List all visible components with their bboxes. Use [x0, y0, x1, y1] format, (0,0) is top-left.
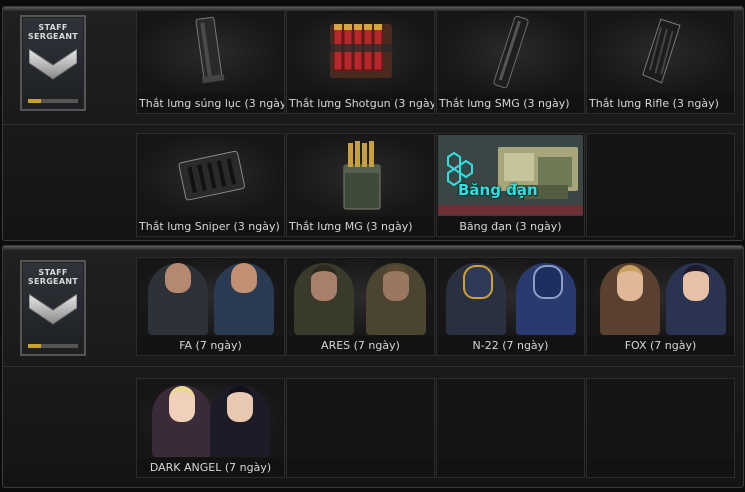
rifle-magazine-icon [588, 12, 733, 93]
item-slot-pistol-belt[interactable]: Thắt lưng súng lục (3 ngày) [136, 10, 285, 114]
pistol-magazine-icon [138, 12, 283, 93]
item-slot-smg-belt[interactable]: Thắt lưng SMG (3 ngày) [436, 10, 585, 114]
item-label: DARK ANGEL (7 ngày) [137, 458, 284, 477]
xp-bar [27, 98, 79, 104]
item-slot-fa[interactable]: FA (7 ngày) [136, 257, 285, 356]
item-slot-shotgun-belt[interactable]: Thắt lưng Shotgun (3 ngày) [286, 10, 435, 114]
fa-characters-icon [138, 259, 283, 335]
item-slot-fox[interactable]: FOX (7 ngày) [586, 257, 735, 356]
rank-badge: STAFF SERGEANT [20, 15, 86, 111]
item-slot-empty[interactable] [436, 378, 585, 478]
item-label: FA (7 ngày) [137, 336, 284, 355]
chevron-rank-icon [29, 293, 77, 325]
item-slot-mg-belt[interactable]: Thắt lưng MG (3 ngày) [286, 133, 435, 237]
fox-characters-icon [588, 259, 733, 335]
row-divider [3, 366, 743, 367]
item-label: Thắt lưng súng lục (3 ngày) [137, 94, 284, 113]
item-label: Thắt lưng Shotgun (3 ngày) [287, 94, 434, 113]
item-slot-dark-angel[interactable]: DARK ANGEL (7 ngày) [136, 378, 285, 478]
item-slot-empty[interactable] [586, 378, 735, 478]
xp-bar [27, 343, 79, 349]
shotgun-shells-icon [288, 12, 433, 93]
item-label: Thắt lưng SMG (3 ngày) [437, 94, 584, 113]
item-label: FOX (7 ngày) [587, 336, 734, 355]
rank-line1: STAFF [38, 23, 68, 32]
smg-magazine-icon [438, 12, 583, 93]
mg-ammo-box-icon [288, 135, 433, 216]
row-divider [3, 124, 743, 125]
n22-characters-icon [438, 259, 583, 335]
panel-topbar [3, 246, 743, 250]
sniper-magazine-icon [138, 135, 283, 216]
item-label: N-22 (7 ngày) [437, 336, 584, 355]
ammo-pack-overlay-text: Băng đạn [458, 181, 538, 199]
item-slot-n22[interactable]: N-22 (7 ngày) [436, 257, 585, 356]
ammo-belt-pack-icon: Băng đạn [438, 135, 583, 216]
item-slot-empty[interactable] [286, 378, 435, 478]
item-slot-rifle-belt[interactable]: Thắt lưng Rifle (3 ngày) [586, 10, 735, 114]
dark-angel-characters-icon [138, 380, 283, 457]
rank-badge: STAFF SERGEANT [20, 260, 86, 356]
item-slot-ammo-pack[interactable]: Băng đạn Băng đạn (3 ngày) [436, 133, 585, 237]
item-slot-sniper-belt[interactable]: Thắt lưng Sniper (3 ngày) [136, 133, 285, 237]
item-slot-empty[interactable] [586, 133, 735, 237]
rank-line2: SERGEANT [27, 32, 79, 41]
item-section-belts: STAFF SERGEANT Thắt lưng súng lục (3 ngà… [2, 6, 744, 241]
chevron-rank-icon [29, 48, 77, 80]
rank-line1: STAFF [38, 268, 68, 277]
item-slot-ares[interactable]: ARES (7 ngày) [286, 257, 435, 356]
item-label: Thắt lưng Sniper (3 ngày) [137, 217, 284, 236]
item-section-characters: STAFF SERGEANT FA (7 ngày) ARES (7 ngày) [2, 245, 744, 488]
ares-characters-icon [288, 259, 433, 335]
item-label: Thắt lưng Rifle (3 ngày) [587, 94, 734, 113]
item-label: Băng đạn (3 ngày) [437, 217, 584, 236]
item-label: Thắt lưng MG (3 ngày) [287, 217, 434, 236]
item-label: ARES (7 ngày) [287, 336, 434, 355]
rank-line2: SERGEANT [27, 277, 79, 286]
